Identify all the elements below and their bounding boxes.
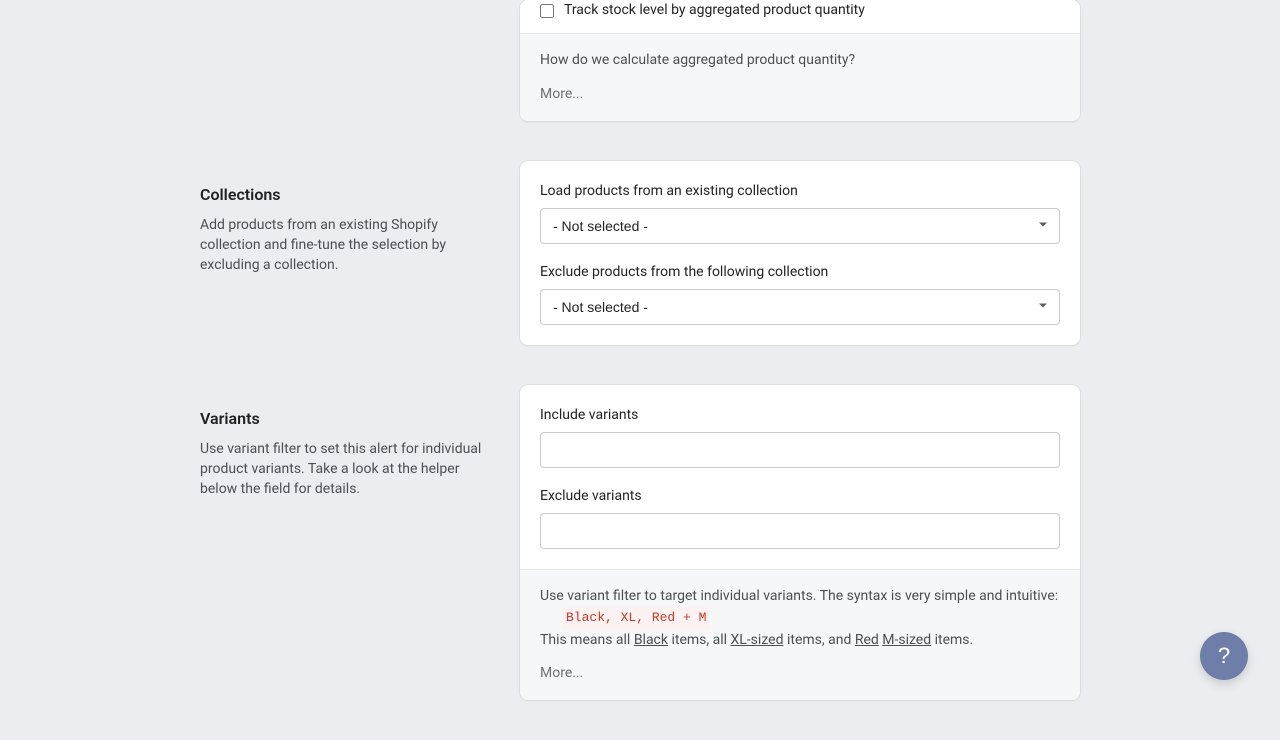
help-button[interactable]: ? [1200,632,1248,680]
track-stock-question: How do we calculate aggregated product q… [540,50,1060,72]
variants-description: Use variant filter to set this alert for… [200,439,488,500]
track-stock-checkbox[interactable] [540,4,554,18]
variants-title: Variants [200,407,488,431]
load-collection-label: Load products from an existing collectio… [540,181,1060,202]
collections-title: Collections [200,183,488,207]
track-stock-checkbox-row[interactable]: Track stock level by aggregated product … [540,0,1060,21]
collections-section: Collections Add products from an existin… [200,161,1080,345]
track-stock-card: Track stock level by aggregated product … [520,0,1080,121]
variants-helper-means: This means all Black items, all XL-sized… [540,632,973,648]
variants-more-link[interactable]: More... [540,663,583,684]
exclude-variants-label: Exclude variants [540,486,1060,507]
exclude-collection-label: Exclude products from the following coll… [540,262,1060,283]
load-collection-select[interactable]: - Not selected - [540,208,1060,244]
variants-helper-code: Black, XL, Red + M [562,607,710,629]
exclude-collection-select[interactable]: - Not selected - [540,289,1060,325]
variants-helper-intro: Use variant filter to target individual … [540,588,1058,604]
exclude-variants-input[interactable] [540,513,1060,549]
collections-description: Add products from an existing Shopify co… [200,215,488,276]
track-stock-more-link[interactable]: More... [540,84,583,105]
include-variants-input[interactable] [540,432,1060,468]
variants-helper: Use variant filter to target individual … [520,569,1080,701]
track-stock-label: Track stock level by aggregated product … [564,0,865,21]
collections-card: Load products from an existing collectio… [520,161,1080,345]
variants-card: Include variants Exclude variants Use va… [520,385,1080,701]
track-stock-footer: How do we calculate aggregated product q… [520,33,1080,121]
variants-section: Variants Use variant filter to set this … [200,385,1080,701]
include-variants-label: Include variants [540,405,1060,426]
